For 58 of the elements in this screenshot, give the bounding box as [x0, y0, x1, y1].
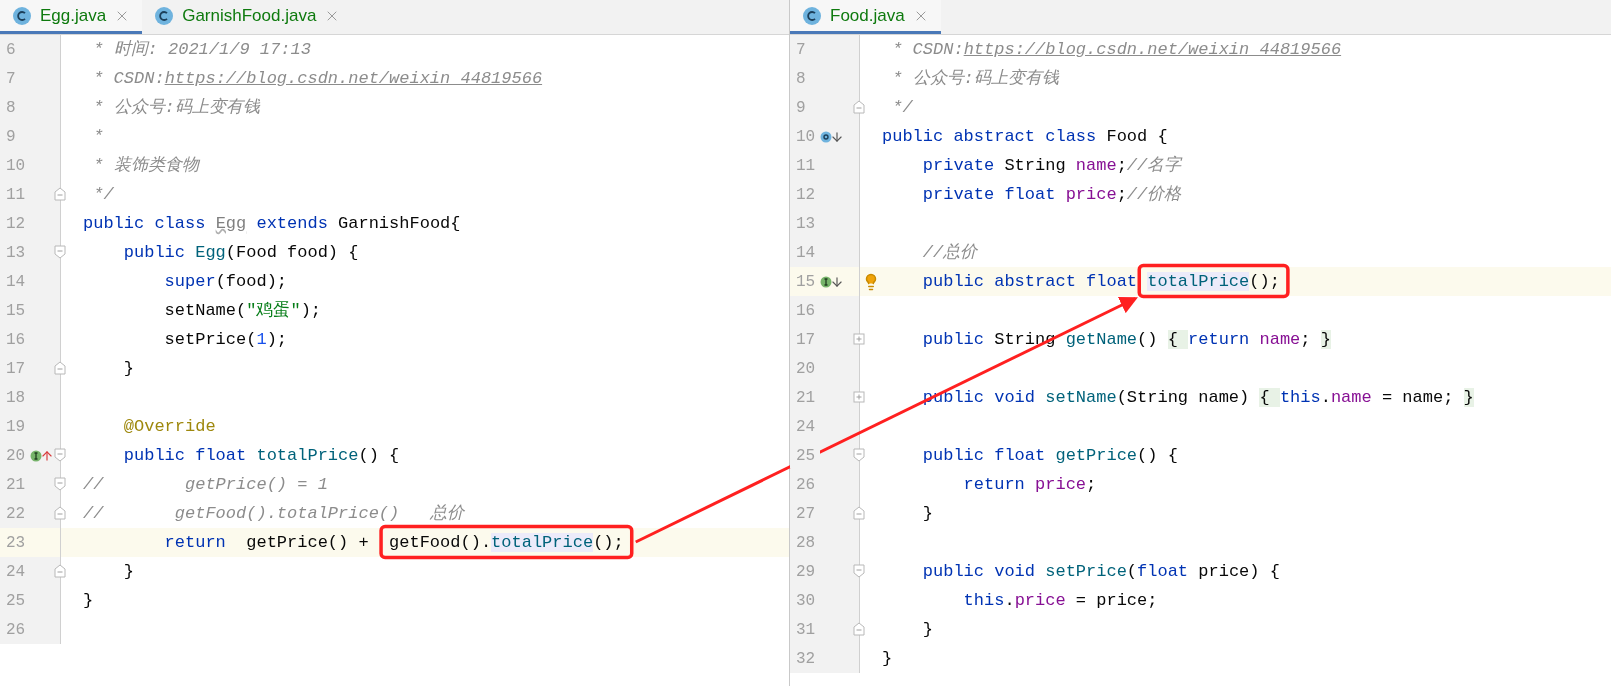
file-tab[interactable]: Egg.java — [0, 0, 143, 34]
code-line: public abstract class Food { — [882, 125, 1168, 148]
fold-marker-icon[interactable] — [54, 245, 66, 259]
code-line: public float totalPrice() { — [122, 444, 400, 467]
class-icon — [154, 5, 175, 26]
code-line: * CSDN:https://blog.csdn.net/weixin_44819566 — [92, 67, 543, 90]
file-tab[interactable]: Food.java — [790, 0, 941, 34]
expand-marker-icon[interactable] — [853, 391, 865, 403]
code-line: return price; — [962, 473, 1097, 496]
code-line: } — [921, 502, 933, 525]
file-tab[interactable]: GarnishFood.java — [142, 0, 353, 34]
code-line: super(food); — [163, 270, 288, 293]
code-line: */ — [891, 96, 913, 119]
code-line: setName("鸡蛋"); — [163, 299, 322, 322]
fold-marker-icon[interactable] — [54, 564, 66, 578]
code-line: * 公众号:码上变有钱 — [891, 67, 1059, 90]
code-line: return getPrice() + getFood().totalPrice(); — [163, 531, 624, 554]
class-icon — [12, 5, 32, 26]
code-line: public Egg(Food food) { — [122, 241, 359, 264]
code-line: * 装饰类食物 — [92, 154, 199, 177]
code-line: public String getName() { return name; } — [921, 328, 1331, 351]
implements-method-icon[interactable] — [30, 448, 54, 463]
code-line: } — [83, 589, 94, 612]
code-line: } — [122, 560, 134, 583]
fold-marker-icon[interactable] — [853, 564, 865, 578]
code-line: public float getPrice() { — [921, 444, 1178, 467]
overridden-class-icon[interactable] — [820, 129, 844, 144]
code-line: // getPrice() = 1 — [83, 473, 328, 496]
fold-marker-icon[interactable] — [853, 622, 865, 636]
class-icon — [802, 5, 822, 26]
code-line: public void setPrice(float price) { — [921, 560, 1280, 583]
fold-marker-icon[interactable] — [54, 477, 66, 491]
fold-marker-icon[interactable] — [853, 448, 865, 462]
code-line: * CSDN:https://blog.csdn.net/weixin_44819566 — [891, 38, 1342, 61]
expand-marker-icon[interactable] — [853, 333, 865, 345]
code-line: private String name;//名字 — [921, 154, 1182, 177]
code-line: * 公众号:码上变有钱 — [92, 96, 260, 119]
code-line: // getFood().totalPrice() 总价 — [83, 502, 464, 525]
code-line: */ — [92, 183, 114, 206]
code-line: * — [92, 125, 104, 148]
fold-marker-icon[interactable] — [54, 506, 66, 520]
code-line: } — [882, 647, 893, 670]
code-line: } — [122, 357, 134, 380]
code-line: } — [921, 618, 933, 641]
code-line: private float price;//价格 — [921, 183, 1182, 206]
code-line: @Override — [122, 415, 216, 438]
fold-marker-icon[interactable] — [853, 506, 865, 520]
fold-marker-icon[interactable] — [54, 448, 66, 462]
code-line: this.price = price; — [962, 589, 1158, 612]
code-line: public abstract float totalPrice(); — [921, 270, 1280, 293]
implemented-method-icon[interactable] — [820, 274, 844, 289]
fold-marker-icon[interactable] — [54, 187, 66, 201]
fold-marker-icon[interactable] — [54, 361, 66, 375]
code-line: * 时间: 2021/1/9 17:13 — [92, 38, 311, 61]
code-line: //总价 — [921, 241, 978, 264]
fold-marker-icon[interactable] — [853, 100, 865, 114]
code-line: setPrice(1); — [163, 328, 288, 351]
code-line: public class Egg extends GarnishFood{ — [83, 212, 461, 235]
